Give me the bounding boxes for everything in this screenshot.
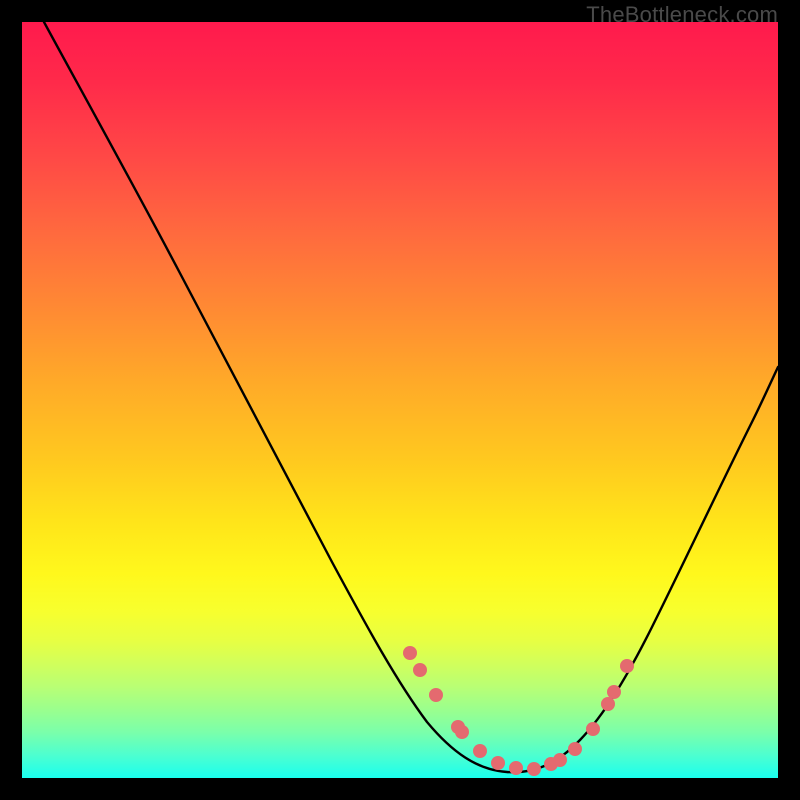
plot-area <box>22 22 778 778</box>
chart-frame: TheBottleneck.com <box>0 0 800 800</box>
watermark-text: TheBottleneck.com <box>586 2 778 28</box>
curve-layer <box>22 22 778 778</box>
threshold-dots <box>403 646 634 776</box>
